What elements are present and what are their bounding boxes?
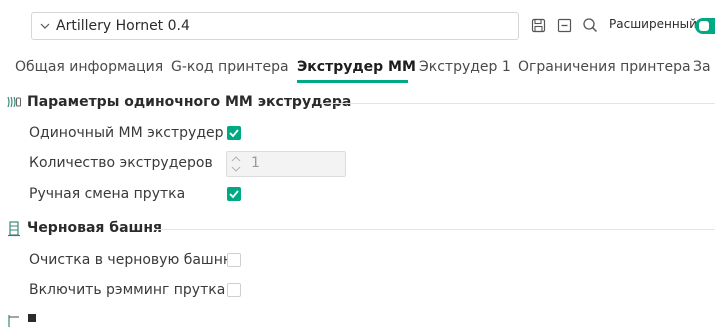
search-icon[interactable] [581,16,599,34]
prime-tower-icon [6,219,22,237]
section-title-prime-tower: Черновая башня [27,220,163,236]
tab-mm-extruder[interactable]: Экструдер ММ [297,57,416,77]
settings-tabs: Общая информация G-код принтера Экструде… [0,57,715,81]
advanced-mode-label: Расширенный [609,17,697,31]
extruder-count-spinner[interactable]: 1 [226,151,346,177]
option-label-purge-into-tower: Очистка в черновую башню [29,252,235,268]
option-label-enable-ramming: Включить рэмминг прутка [29,282,226,298]
tab-extruder-1[interactable]: Экструдер 1 [419,57,511,77]
printer-preset-dropdown[interactable]: Artillery Hornet 0.4 [31,12,519,40]
tab-more[interactable]: За [693,57,711,77]
tab-general-info[interactable]: Общая информация [15,57,163,77]
tab-printer-limits[interactable]: Ограничения принтера [518,57,691,77]
option-label-manual-filament-change: Ручная смена прутка [29,186,186,202]
extruder-count-value: 1 [251,155,260,171]
section-divider [155,229,715,230]
delete-preset-icon[interactable] [555,16,573,34]
tab-printer-gcode[interactable]: G-код принтера [171,57,289,77]
manual-filament-change-checkbox[interactable] [227,187,241,201]
printer-preset-name: Artillery Hornet 0.4 [56,18,190,34]
next-section-icon [6,312,22,330]
active-tab-indicator [297,80,408,83]
chevron-down-icon [40,23,50,29]
section-title-single-mm-extruder: Параметры одиночного ММ экструдера [27,94,352,110]
purge-into-tower-checkbox[interactable] [227,253,241,267]
save-icon[interactable] [529,16,547,34]
toggle-knob [699,21,709,31]
extruder-icon [6,93,22,111]
advanced-mode-toggle[interactable] [695,18,715,34]
spinner-arrows-icon[interactable] [230,155,242,173]
enable-ramming-checkbox[interactable] [227,283,241,297]
option-label-single-mm-extruder: Одиночный ММ экструдер [29,125,224,141]
option-label-extruder-count: Количество экструдеров [29,155,213,171]
section-divider [320,103,715,104]
single-mm-extruder-checkbox[interactable] [227,126,241,140]
next-section-title-fragment [28,314,36,322]
